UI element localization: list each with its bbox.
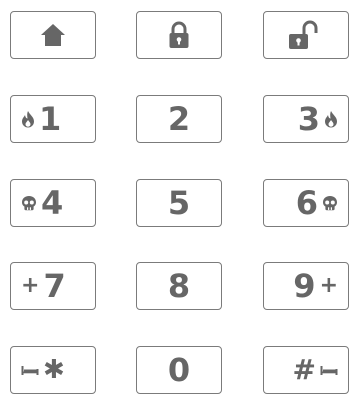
digit-8: 8 [167,267,191,305]
key-0[interactable]: 0 [136,346,222,394]
hash-symbol: # [292,353,316,386]
lock-key[interactable] [136,11,222,59]
skull-icon [21,195,37,211]
digit-6: 6 [295,184,318,222]
star-symbol: ✱ [43,355,65,385]
key-1[interactable]: 1 [10,95,96,143]
key-4[interactable]: 4 [10,179,96,227]
digit-9: 9 [293,267,316,305]
home-icon [40,23,66,47]
digit-3: 3 [297,100,320,138]
bed-icon [320,364,338,376]
plus-symbol: + [319,273,338,298]
key-9[interactable]: 9 + [263,262,349,310]
key-7[interactable]: + 7 [10,262,96,310]
plus-symbol: + [21,273,40,298]
home-key[interactable] [10,11,96,59]
key-6[interactable]: 6 [263,179,349,227]
star-key[interactable]: ✱ [10,346,96,394]
digit-2: 2 [167,100,191,138]
key-3[interactable]: 3 [263,95,349,143]
fire-icon [324,110,338,128]
digit-7: 7 [43,267,66,305]
hash-key[interactable]: # [263,346,349,394]
digit-5: 5 [167,184,191,222]
unlock-icon [288,20,324,50]
bed-icon [21,364,39,376]
digit-4: 4 [41,184,64,222]
digit-1: 1 [39,100,62,138]
lock-icon [168,21,190,49]
key-5[interactable]: 5 [136,179,222,227]
unlock-key[interactable] [263,11,349,59]
digit-0: 0 [167,351,191,389]
key-8[interactable]: 8 [136,262,222,310]
fire-icon [21,110,35,128]
key-2[interactable]: 2 [136,95,222,143]
skull-icon [322,195,338,211]
